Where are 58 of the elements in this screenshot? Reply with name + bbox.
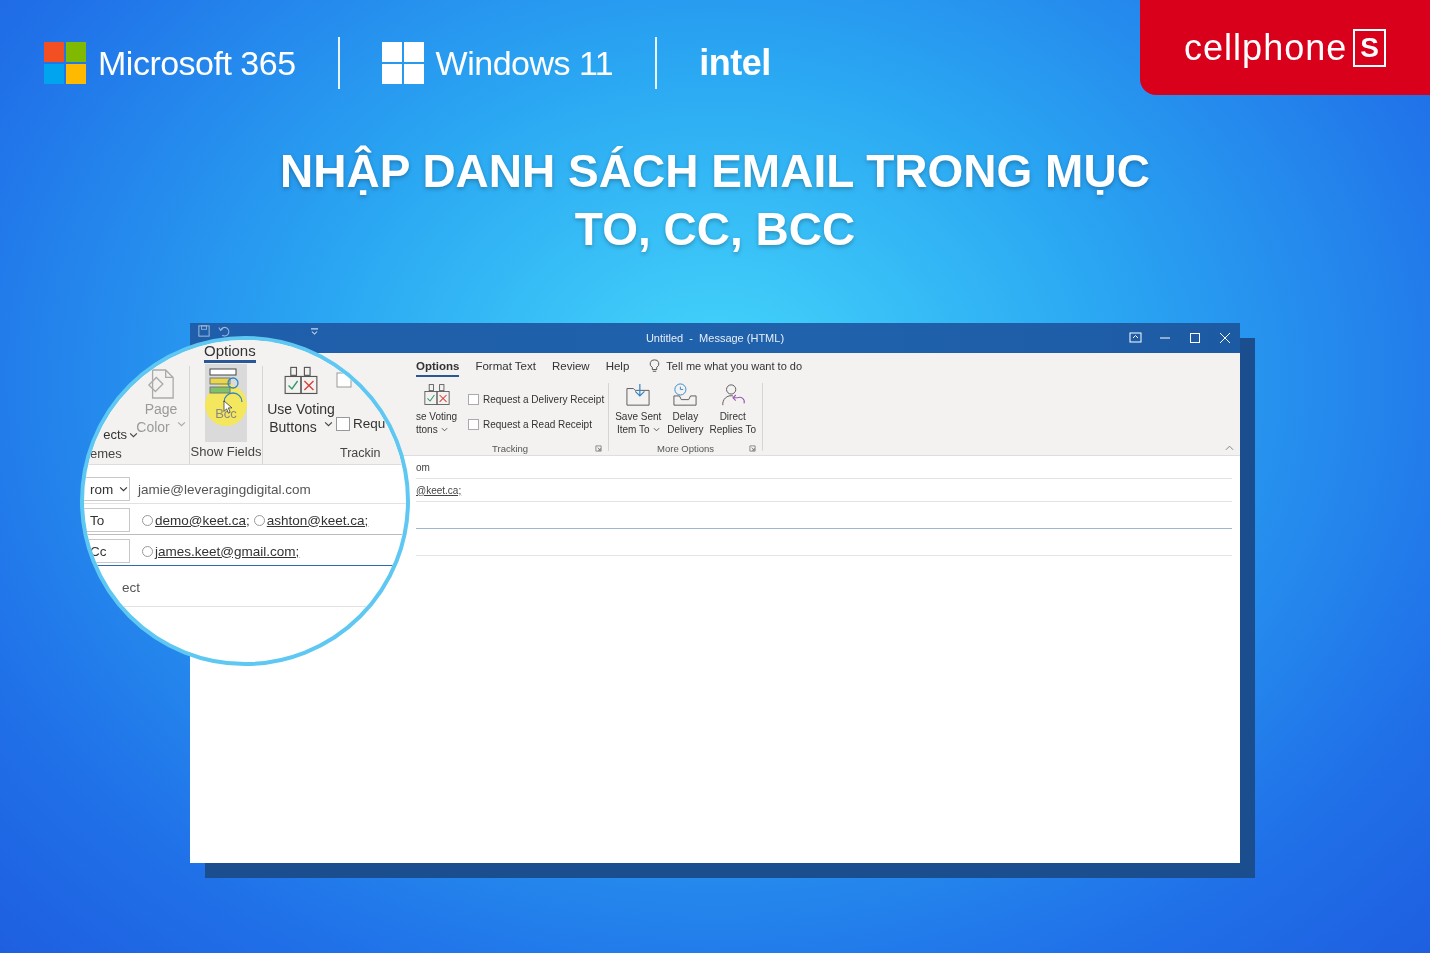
headline: NHẬP DANH SÁCH EMAIL TRONG MỤC TO, CC, BCC	[279, 144, 1151, 257]
save-icon[interactable]	[198, 325, 210, 337]
from-address: jamie@leveragingdigital.com	[138, 481, 311, 497]
checkbox-label: Requ	[353, 415, 386, 433]
window-title: Untitled - Message (HTML)	[645, 332, 785, 344]
group-label: Tracking	[492, 442, 529, 454]
lightbulb-icon	[649, 359, 661, 373]
collapse-ribbon-icon[interactable]	[1225, 445, 1234, 451]
brand-name: intel	[699, 42, 771, 84]
ribbon-button[interactable]: Save Sent Item To	[615, 383, 662, 441]
tell-me-search[interactable]: Tell me what you want to do	[666, 360, 803, 372]
paint-bucket-page-icon	[147, 368, 175, 400]
address-fields-person-icon	[209, 368, 243, 404]
group-label: emes	[89, 446, 123, 463]
person-reply-icon	[719, 383, 746, 407]
group-label: Trackin	[339, 446, 382, 462]
recipient-address[interactable]: demo@keet.ca;	[155, 512, 250, 528]
group-label: More Options	[657, 442, 715, 454]
undo-icon[interactable]	[218, 325, 230, 337]
checkbox[interactable]	[468, 419, 479, 430]
voting-buttons-label[interactable]: Use Voting	[267, 400, 335, 418]
voting-buttons-label[interactable]: Buttons	[269, 418, 317, 436]
ballot-boxes-icon[interactable]	[284, 366, 318, 396]
ballot-boxes-icon[interactable]	[424, 383, 450, 407]
group-label: Show Fields	[190, 444, 262, 461]
ribbon-button[interactable]: Delay Delivery	[667, 383, 704, 441]
voting-buttons-label[interactable]: ttons	[416, 423, 438, 436]
clock-tray-icon	[672, 383, 699, 407]
folder-arrow-icon	[625, 383, 652, 407]
four-squares-logo-icon	[44, 42, 86, 84]
dialog-launcher-icon[interactable]	[748, 444, 756, 452]
caret-icon[interactable]	[129, 432, 138, 438]
checkbox[interactable]	[468, 394, 479, 405]
checkbox-label: Request a Read Receipt	[483, 418, 592, 431]
brand-name: Microsoft 365	[98, 43, 296, 83]
checkbox[interactable]	[336, 417, 350, 431]
to-button[interactable]: To	[84, 508, 130, 532]
window-panes-logo-icon	[381, 42, 424, 84]
store-logo-badge: cellphone S	[1140, 0, 1430, 95]
from-dropdown[interactable]: rom	[84, 477, 130, 501]
subject-label: ect	[122, 579, 140, 595]
brand-name: Windows 11	[435, 43, 614, 83]
recipient-address[interactable]: ashton@keet.ca;	[266, 512, 369, 528]
dialog-launcher-icon[interactable]	[595, 444, 603, 452]
caret-icon[interactable]	[119, 486, 129, 492]
ribbon-tab[interactable]: Help	[605, 355, 630, 377]
recipient-address[interactable]: james.keet@gmail.com;	[155, 543, 300, 559]
effects-dropdown[interactable]: ects	[103, 426, 127, 444]
ribbon-tab[interactable]: Options	[416, 355, 460, 377]
ribbon-tab[interactable]: Format Text	[475, 355, 536, 377]
recipient-address[interactable]: @keet.ca;	[416, 484, 462, 496]
checkbox-label: Request a Delivery Receipt	[483, 393, 605, 406]
from-address: om	[416, 461, 430, 473]
caret-icon[interactable]	[323, 421, 333, 427]
ribbon-tab[interactable]: Review	[551, 355, 590, 377]
customize-caret-icon[interactable]	[310, 327, 319, 335]
ribbon-button[interactable]: Direct Replies To	[709, 383, 756, 441]
voting-buttons-label[interactable]: se Voting	[416, 410, 458, 423]
